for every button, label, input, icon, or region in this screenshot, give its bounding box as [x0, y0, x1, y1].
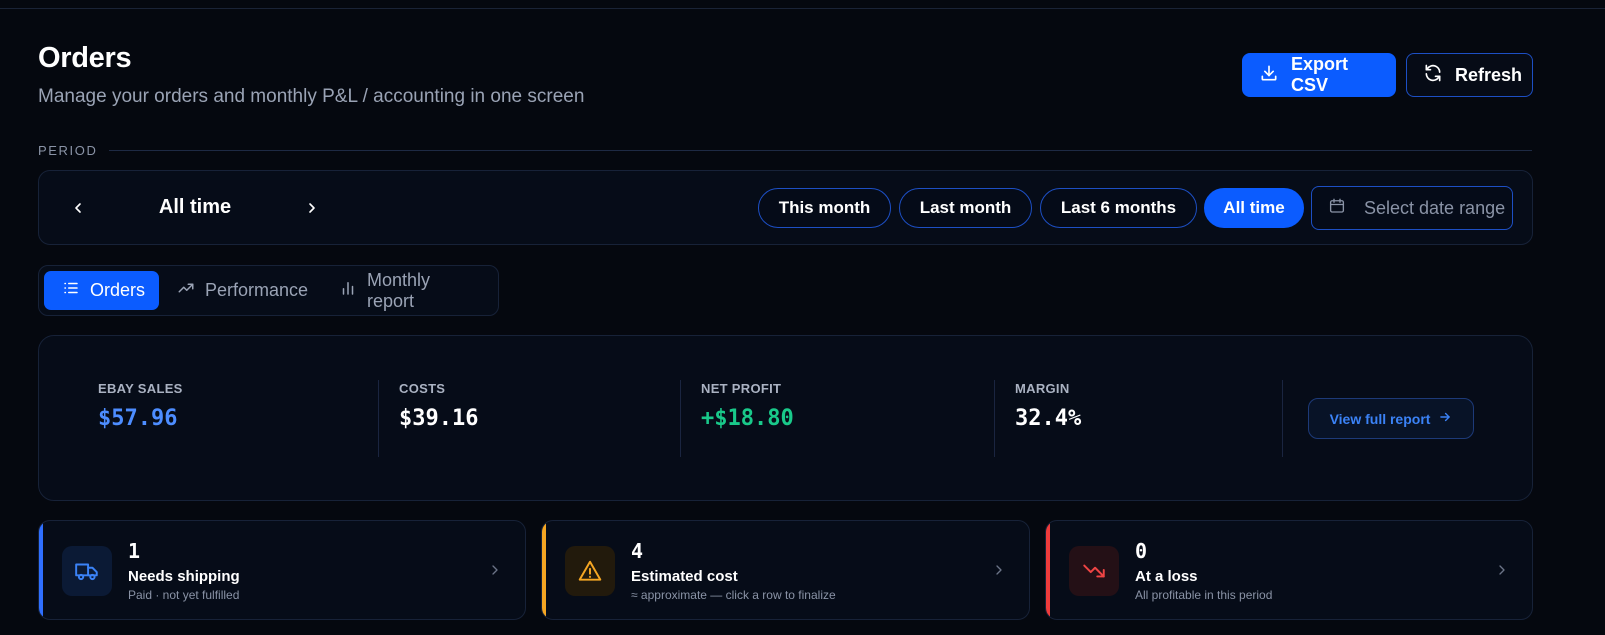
- tab-orders[interactable]: Orders: [44, 271, 159, 310]
- preset-last-month[interactable]: Last month: [899, 188, 1032, 228]
- tab-monthly-report[interactable]: Monthly report: [321, 269, 491, 311]
- metric-divider: [1282, 380, 1283, 457]
- view-full-report-label: View full report: [1329, 410, 1431, 427]
- tab-performance[interactable]: Performance: [159, 271, 319, 310]
- date-range-placeholder: Select date range: [1364, 197, 1506, 218]
- card-count: 1: [128, 539, 141, 563]
- chevron-right-icon: [492, 565, 498, 575]
- bar-chart-icon: [339, 279, 357, 302]
- metric-costs: COSTS $39.16: [399, 381, 478, 431]
- card-accent-bar: [39, 521, 43, 619]
- metric-label: EBAY SALES: [98, 381, 183, 396]
- previous-period-button[interactable]: [65, 195, 91, 221]
- preset-all-time[interactable]: All time: [1204, 188, 1304, 228]
- next-period-button[interactable]: [299, 195, 325, 221]
- card-title: At a loss: [1135, 568, 1198, 585]
- metric-divider: [378, 380, 379, 457]
- metric-divider: [680, 380, 681, 457]
- view-tabs: Orders Performance Monthly report: [38, 265, 499, 316]
- download-icon: [1259, 63, 1279, 88]
- card-subtitle: All profitable in this period: [1135, 588, 1273, 602]
- tab-monthly-report-label: Monthly report: [367, 269, 431, 311]
- pnl-summary-card: EBAY SALES $57.96 COSTS $39.16 NET PROFI…: [38, 335, 1533, 501]
- at-a-loss-card[interactable]: 0 At a loss All profitable in this perio…: [1045, 520, 1533, 620]
- card-subtitle: ≈ approximate — click a row to finalize: [631, 588, 836, 602]
- period-selector: All time This month Last month Last 6 mo…: [38, 170, 1533, 245]
- refresh-label: Refresh: [1455, 64, 1523, 85]
- card-accent-bar: [542, 521, 546, 619]
- card-accent-bar: [1046, 521, 1050, 619]
- card-title: Needs shipping: [128, 568, 240, 585]
- preset-this-month[interactable]: This month: [758, 188, 891, 228]
- refresh-button[interactable]: Refresh: [1406, 53, 1533, 97]
- date-range-picker[interactable]: Select date range: [1311, 186, 1513, 230]
- current-period: All time: [158, 196, 232, 218]
- page-title: Orders: [38, 42, 132, 74]
- arrow-right-icon: [1438, 410, 1452, 427]
- metric-value: 32.4%: [1015, 406, 1082, 431]
- metric-divider: [994, 380, 995, 457]
- metric-label: COSTS: [399, 381, 446, 396]
- chevron-right-icon: [309, 203, 315, 213]
- chevron-right-icon: [1499, 565, 1505, 575]
- export-csv-button[interactable]: Export CSV: [1242, 53, 1396, 97]
- metric-net-profit: NET PROFIT +$18.80: [701, 381, 794, 431]
- warning-icon: [565, 546, 615, 596]
- calendar-icon: [1328, 197, 1346, 220]
- trending-down-icon: [1069, 546, 1119, 596]
- chevron-left-icon: [75, 203, 81, 213]
- metric-value: +$18.80: [701, 406, 794, 431]
- card-count: 4: [631, 539, 644, 563]
- metric-margin: MARGIN 32.4%: [1015, 381, 1081, 431]
- estimated-cost-card[interactable]: 4 Estimated cost ≈ approximate — click a…: [541, 520, 1030, 620]
- metric-value: $39.16: [399, 406, 479, 431]
- tab-performance-label: Performance: [205, 280, 309, 300]
- needs-shipping-card[interactable]: 1 Needs shipping Paid · not yet fulfille…: [38, 520, 526, 620]
- metric-label: NET PROFIT: [701, 381, 782, 396]
- export-csv-label: Export CSV: [1291, 54, 1349, 95]
- top-divider: [0, 8, 1605, 9]
- page-subtitle: Manage your orders and monthly P&L / acc…: [38, 86, 585, 107]
- card-count: 0: [1135, 539, 1148, 563]
- truck-icon: [62, 546, 112, 596]
- metric-label: MARGIN: [1015, 381, 1070, 396]
- view-full-report-button[interactable]: View full report: [1308, 398, 1474, 439]
- metric-value: $57.96: [98, 406, 178, 431]
- period-divider: [109, 150, 1532, 151]
- preset-last-6-months[interactable]: Last 6 months: [1040, 188, 1197, 228]
- card-title: Estimated cost: [631, 568, 738, 585]
- chevron-right-icon: [996, 565, 1002, 575]
- metric-ebay-sales: EBAY SALES $57.96: [98, 381, 183, 431]
- trending-up-icon: [177, 279, 195, 302]
- card-subtitle: Paid · not yet fulfilled: [128, 588, 240, 602]
- period-section-label: PERIOD: [38, 143, 98, 158]
- refresh-icon: [1423, 63, 1443, 88]
- list-icon: [62, 279, 80, 302]
- tab-orders-label: Orders: [90, 280, 146, 300]
